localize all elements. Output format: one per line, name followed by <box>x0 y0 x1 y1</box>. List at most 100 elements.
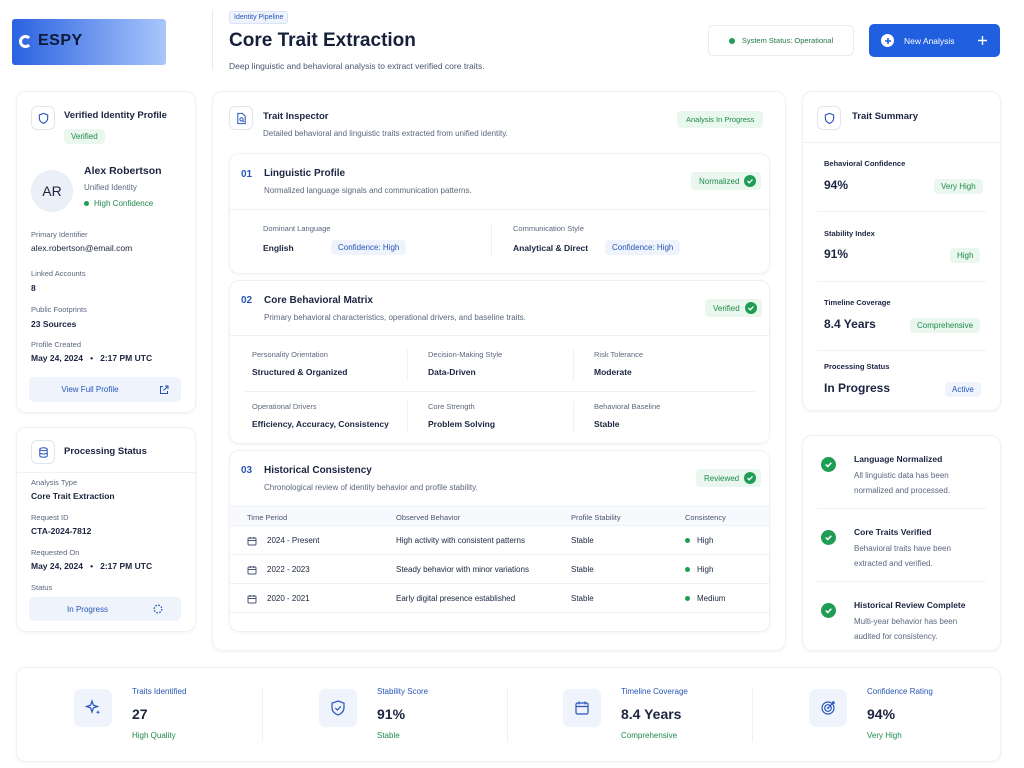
status-progress-button[interactable]: In Progress <box>29 597 181 621</box>
checklist-title: Historical Review Complete <box>854 600 966 610</box>
logo-text: ESPY <box>38 32 83 49</box>
checklist-item: Core Traits Verified Behavioral traits h… <box>803 509 1000 581</box>
view-full-profile-button[interactable]: View Full Profile <box>29 377 181 402</box>
stat-card: Traits Identified 27 High Quality <box>17 668 262 761</box>
matrix-label: Personality Orientation <box>252 350 328 359</box>
summary-title: Trait Summary <box>852 111 918 122</box>
status-dot <box>728 37 735 44</box>
plus-icon <box>978 36 987 45</box>
matrix-value: Data-Driven <box>428 367 476 377</box>
field-value: May 24, 2024 • 2:17 PM UTC <box>31 353 153 363</box>
field-label: Primary Identifier <box>31 230 88 239</box>
verified-badge: Verified <box>705 299 762 317</box>
summary-label: Stability Index <box>824 229 875 238</box>
check-icon <box>744 175 757 187</box>
shield-icon <box>31 106 55 130</box>
consistency-dot <box>685 596 690 601</box>
new-analysis-button[interactable]: New Analysis <box>869 24 1000 57</box>
behavior-cell: Steady behavior with minor variations <box>396 565 529 574</box>
consistency-cell: High <box>697 536 714 545</box>
summary-badge: Comprehensive <box>910 318 981 333</box>
stability-cell: Stable <box>571 565 594 574</box>
calendar-icon <box>247 595 257 604</box>
checklist-title: Language Normalized <box>854 454 943 464</box>
stat-card: Timeline Coverage 8.4 Years Comprehensiv… <box>508 668 752 761</box>
inspector-subtitle: Detailed behavioral and linguistic trait… <box>263 129 508 138</box>
badge-text: Normalized <box>699 176 740 186</box>
summary-value: 8.4 Years <box>824 317 876 331</box>
new-analysis-label: New Analysis <box>904 35 955 46</box>
sparkles-icon <box>74 689 112 727</box>
language-label: Dominant Language <box>263 224 331 233</box>
table-row[interactable]: 2024 - Present High activity with consis… <box>230 526 769 555</box>
stat-label: Stability Score <box>377 687 429 696</box>
column-divider <box>573 349 574 381</box>
reviewed-badge: Reviewed <box>696 469 762 487</box>
brand-logo[interactable]: ESPY <box>12 19 166 65</box>
style-label: Communication Style <box>513 224 584 233</box>
matrix-value: Efficiency, Accuracy, Consistency <box>252 419 389 429</box>
avatar-initials: AR <box>42 183 62 199</box>
breadcrumb[interactable]: Identity Pipeline <box>229 11 289 24</box>
summary-label: Processing Status <box>824 362 890 371</box>
stat-note: Comprehensive <box>621 731 678 740</box>
field-value: 8 <box>31 283 36 293</box>
checklist-title: Core Traits Verified <box>854 527 932 537</box>
field-label: Requested On <box>31 548 80 557</box>
progress-checklist: Language Normalized All linguistic data … <box>802 435 1001 651</box>
check-circle-icon <box>821 603 836 618</box>
field-value: Core Trait Extraction <box>31 491 115 501</box>
column-header: Consistency <box>685 513 726 522</box>
checklist-line: audited for consistency. <box>854 632 938 641</box>
column-divider <box>573 401 574 433</box>
shield-check-icon <box>319 689 357 727</box>
divider <box>817 281 986 282</box>
inspector-title: Trait Inspector <box>263 111 329 122</box>
check-circle-icon <box>821 457 836 472</box>
spinner-icon <box>153 604 163 614</box>
stat-value: 8.4 Years <box>621 706 682 722</box>
matrix-label: Behavioral Baseline <box>594 402 661 411</box>
checklist-item: Historical Review Complete Multi-year be… <box>803 582 1000 650</box>
divider <box>817 211 986 212</box>
field-label: Analysis Type <box>31 478 78 487</box>
document-search-icon <box>229 106 253 130</box>
confidence-dot <box>84 201 89 206</box>
field-value: May 24, 2024 • 2:17 PM UTC <box>31 561 153 571</box>
stat-value: 94% <box>867 706 896 722</box>
matrix-value: Moderate <box>594 367 632 377</box>
style-value: Analytical & Direct <box>513 243 589 253</box>
external-link-icon <box>159 385 169 394</box>
field-label: Public Footprints <box>31 305 87 314</box>
processing-status-card: Processing Status Analysis Type Core Tra… <box>16 427 196 632</box>
normalized-badge: Normalized <box>691 172 762 190</box>
table-row[interactable]: 2022 - 2023 Steady behavior with minor v… <box>230 555 769 584</box>
analysis-progress-badge: Analysis In Progress <box>677 111 764 128</box>
table-row[interactable]: 2020 - 2021 Early digital presence estab… <box>230 584 769 613</box>
calendar-icon <box>247 566 257 575</box>
checklist-line: All linguistic data has been <box>854 471 949 480</box>
language-value: English <box>263 243 294 253</box>
calendar-icon <box>563 689 601 727</box>
section-subtitle: Primary behavioral characteristics, oper… <box>264 313 526 322</box>
profile-title: Verified Identity Profile <box>64 110 167 121</box>
header-divider <box>212 10 213 70</box>
column-divider <box>407 349 408 381</box>
checklist-line: normalized and processed. <box>854 486 951 495</box>
checklist-line: extracted and verified. <box>854 559 933 568</box>
divider <box>817 350 986 351</box>
consistency-cell: Medium <box>697 594 726 603</box>
column-header: Observed Behavior <box>396 513 461 522</box>
trait-summary-card: Trait Summary Behavioral Confidence 94% … <box>802 91 1001 411</box>
summary-badge: Very High <box>934 179 983 194</box>
check-circle-icon <box>821 530 836 545</box>
behavioral-matrix-section: 02 Core Behavioral Matrix Primary behavi… <box>229 280 770 444</box>
stat-note: High Quality <box>132 731 176 740</box>
avatar: AR <box>31 170 73 212</box>
period-cell: 2022 - 2023 <box>267 565 310 574</box>
checklist-line: Multi-year behavior has been <box>854 617 958 626</box>
summary-label: Behavioral Confidence <box>824 159 906 168</box>
trait-inspector-panel: Trait Inspector Detailed behavioral and … <box>212 91 786 651</box>
matrix-label: Risk Tolerance <box>594 350 644 359</box>
stat-card: Stability Score 91% Stable <box>263 668 507 761</box>
